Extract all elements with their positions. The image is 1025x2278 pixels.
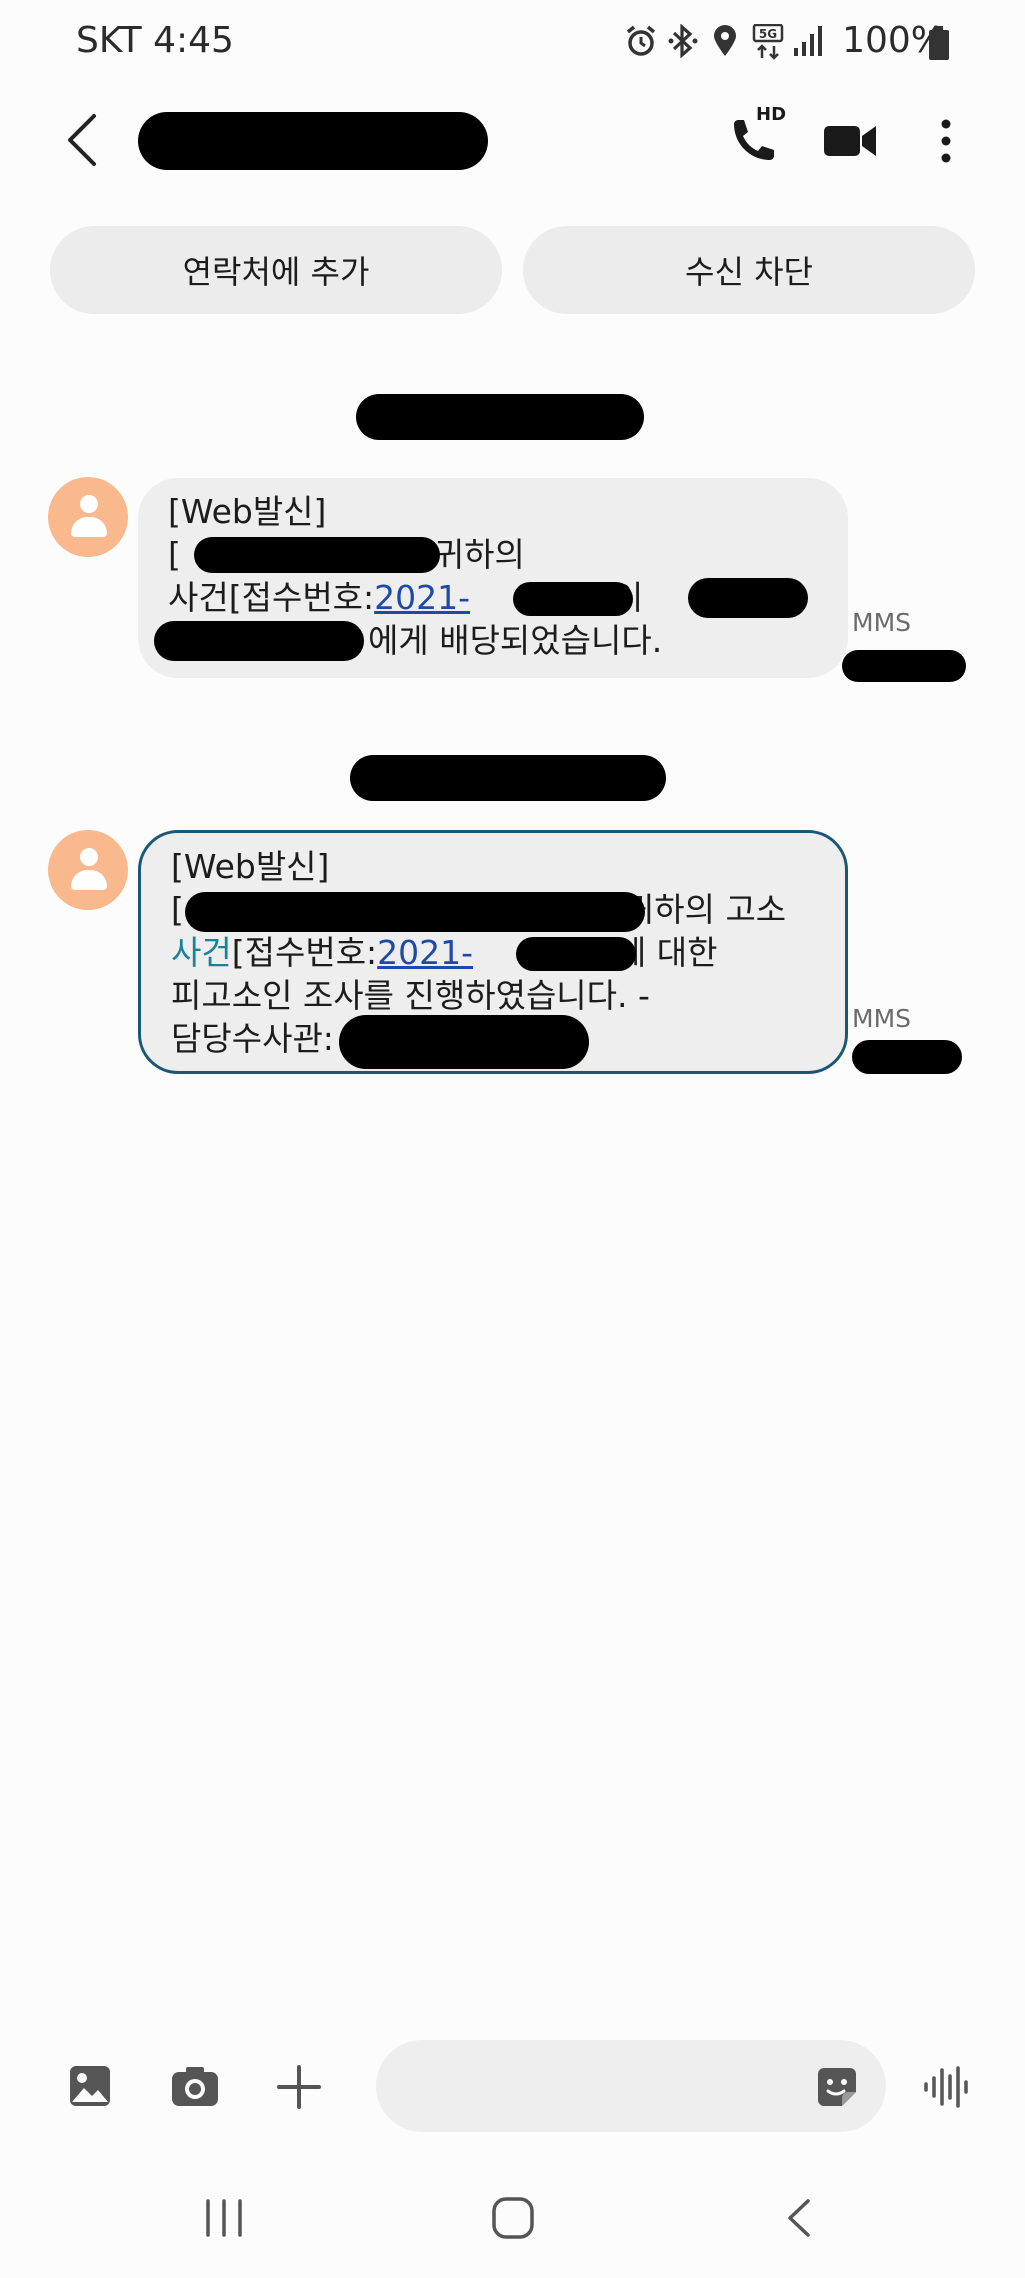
block-sender-button[interactable]: 수신 차단 [523,226,975,314]
5g-icon: 5G [752,24,784,60]
status-carrier-time: SKT 4:45 [76,20,234,61]
svg-text:5G: 5G [759,27,777,41]
back-icon[interactable] [64,112,100,168]
camera-icon[interactable] [170,2066,220,2108]
sender-avatar[interactable] [48,477,128,557]
message-text: 피고소인 조사를 진행하였습니다. - [171,976,650,1015]
message-text: 에게 배당되었습니다. [368,621,663,660]
sticker-icon[interactable] [814,2064,860,2110]
hd-voice-call-button[interactable]: HD [724,104,786,170]
alarm-icon [626,25,656,56]
add-to-contacts-button[interactable]: 연락처에 추가 [50,226,502,314]
highlighted-keyword[interactable]: 사건 [171,933,232,972]
contact-name-redacted [138,112,488,170]
back-nav-icon[interactable] [782,2195,816,2241]
case-number-link[interactable]: 2021- [377,933,473,972]
date-separator-redacted [350,755,666,801]
case-number-link[interactable]: 2021- [374,578,470,617]
plus-icon[interactable] [276,2064,322,2110]
message-time-redacted [842,650,966,682]
hd-badge: HD [756,104,787,125]
message-time-redacted [852,1040,962,1074]
date-separator-redacted [356,394,644,440]
voice-record-icon[interactable] [922,2064,972,2110]
signal-icon [794,26,822,56]
message-text: [접수번호: [231,933,378,972]
message-text: 귀하의 고소 [623,890,787,929]
more-options-icon[interactable] [936,116,956,166]
battery-icon [929,26,949,60]
message-prefix: [Web발신] [168,492,327,531]
recent-apps-icon[interactable] [202,2195,246,2241]
message-input[interactable] [376,2040,886,2132]
gallery-icon[interactable] [68,2064,112,2108]
message-prefix: [Web발신] [171,847,330,886]
message-type-label: MMS [852,1004,912,1033]
location-icon [714,25,736,56]
message-bubble[interactable]: [Web발신] []귀하의 사건[접수번호:2021-]이 에게 배당되었습니다… [138,478,848,678]
message-text: 담당수사관: [171,1019,334,1058]
message-text: 사건[접수번호: [168,578,375,617]
message-type-label: MMS [852,608,912,637]
bluetooth-icon [668,24,698,58]
message-bubble-selected[interactable]: [Web발신] [귀하의 고소 사건[접수번호:2021-]에 대한 피고소인 … [138,830,848,1074]
home-icon[interactable] [490,2195,536,2241]
sender-avatar[interactable] [48,830,128,910]
video-call-icon[interactable] [822,118,878,162]
